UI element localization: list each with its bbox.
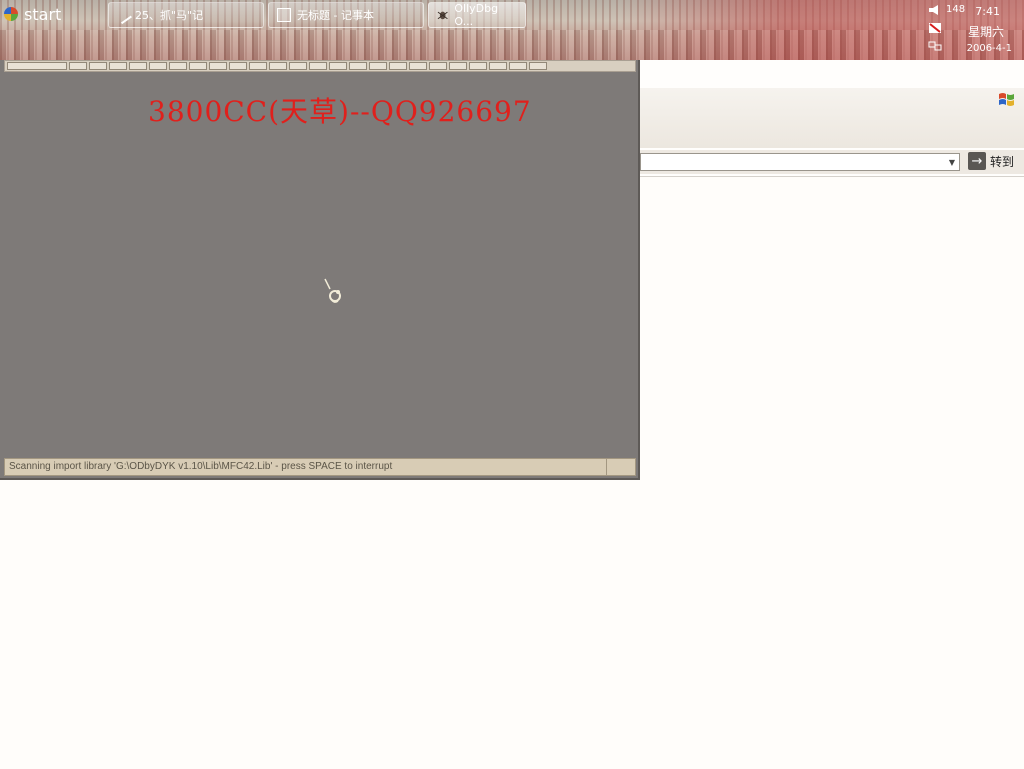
clock-date: 2006-4-1 [966,43,1012,54]
toolbar-button[interactable] [109,62,127,70]
ollydbg-bug-icon [437,11,448,20]
taskbar-button-article[interactable]: 25、抓"马"记 [108,2,264,28]
toolbar-button[interactable] [449,62,467,70]
start-button[interactable]: start [4,2,88,26]
toolbar-button[interactable] [189,62,207,70]
ollydbg-window: 3800CC(天草)--QQ926697 Scanning import lib… [0,60,640,480]
clock-day: 星期六 [967,25,1004,39]
tray-badge: 148 [946,4,966,15]
toolbar-button[interactable] [369,62,387,70]
status-bar: Scanning import library 'G:\ODbyDYK v1.1… [4,458,636,476]
toolbar-button[interactable] [149,62,167,70]
toolbar-button[interactable] [129,62,147,70]
start-label: start [24,4,62,24]
notepad-icon [277,8,291,22]
toolbar-button[interactable] [89,62,107,70]
taskbar-decoration-stripes [0,30,1024,60]
toolbar-button[interactable] [269,62,287,70]
speaker-icon[interactable] [928,4,942,16]
toolbar-button[interactable] [7,62,67,70]
taskbar: start 25、抓"马"记 无标题 - 记事本 OllyDbg O... 14… [0,0,1024,60]
security-alert-icon[interactable] [928,22,942,34]
pen-icon [114,5,132,25]
system-tray: 148 7:41 星期六 2006-4-1 [924,0,1024,60]
toolbar-button[interactable] [469,62,487,70]
toolbar-button[interactable] [409,62,427,70]
taskbar-button-label: 25、抓"马"记 [135,9,204,22]
toolbar-button[interactable] [389,62,407,70]
toolbar-button[interactable] [529,62,547,70]
status-text: Scanning import library 'G:\ODbyDYK v1.1… [5,459,607,475]
arrow-right-icon: → [968,152,986,170]
toolbar-button[interactable] [329,62,347,70]
address-input[interactable]: ▼ [640,153,960,171]
taskbar-button-ollydbg[interactable]: OllyDbg O... [428,2,526,28]
taskbar-button-label: OllyDbg O... [454,2,499,28]
chevron-down-icon[interactable]: ▼ [945,154,959,170]
windows-logo-icon [4,7,18,21]
toolbar-button[interactable] [69,62,87,70]
taskbar-button-label: 无标题 - 记事本 [297,9,374,22]
go-label: 转到 [990,154,1015,169]
clock-time[interactable]: 7:41 [975,5,1000,18]
toolbar-button[interactable] [249,62,267,70]
network-icon[interactable] [928,40,942,52]
busy-cursor-icon [324,278,341,303]
toolbar-button[interactable] [209,62,227,70]
go-button[interactable]: → 转到 [968,152,1014,170]
toolbar-button[interactable] [509,62,527,70]
ollydbg-toolbar [4,60,636,72]
browser-address-bar: ▼ → 转到 [640,150,1024,174]
taskbar-button-notepad[interactable]: 无标题 - 记事本 [268,2,424,28]
toolbar-button[interactable] [429,62,447,70]
toolbar-button[interactable] [169,62,187,70]
toolbar-button[interactable] [289,62,307,70]
toolbar-button[interactable] [349,62,367,70]
status-cell [607,459,635,475]
toolbar-button[interactable] [309,62,327,70]
watermark-banner: 3800CC(天草)--QQ926697 [148,95,532,128]
toolbar-button[interactable] [229,62,247,70]
windows-flag-icon [999,93,1014,106]
browser-toolbar-area [640,88,1024,148]
toolbar-button[interactable] [489,62,507,70]
